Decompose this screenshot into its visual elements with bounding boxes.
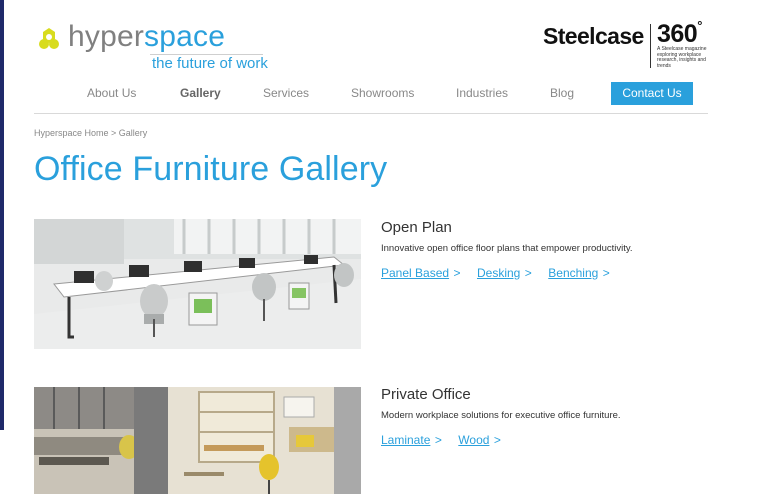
window-edge-bar [0,0,4,430]
link-arrow: > [493,433,501,447]
page-title: Office Furniture Gallery [34,150,388,188]
hyperspace-logo-icon[interactable] [36,26,62,52]
link-panel-based[interactable]: Panel Based [381,266,449,280]
breadcrumb[interactable]: Hyperspace Home > Gallery [34,128,147,138]
s360-degree: ° [697,18,702,33]
nav-industries[interactable]: Industries [456,80,508,106]
steelcase-logo[interactable]: Steelcase [543,23,644,50]
link-benching[interactable]: Benching [548,266,598,280]
nav-services[interactable]: Services [263,80,309,106]
link-laminate[interactable]: Laminate [381,433,430,447]
section-links: Panel Based > Desking > Benching > [381,264,610,282]
brand-tagline: the future of work [152,55,268,72]
link-wood[interactable]: Wood [458,433,489,447]
nav-blog[interactable]: Blog [550,80,574,106]
partner-divider [650,24,651,68]
section-title: Private Office [381,386,471,403]
link-arrow: > [453,266,461,280]
brand-part1: hyper [68,20,145,53]
nav-divider [34,113,708,114]
link-desking[interactable]: Desking [477,266,520,280]
nav-showrooms[interactable]: Showrooms [351,80,414,106]
section-title: Open Plan [381,219,452,236]
section-description: Innovative open office floor plans that … [381,243,633,254]
nav-about-us[interactable]: About Us [87,80,136,106]
section-description: Modern workplace solutions for executive… [381,410,621,421]
s360-number: 360 [657,20,698,48]
nav-gallery[interactable]: Gallery [180,80,221,106]
brand-part2: space [144,20,226,53]
private-office-photo[interactable] [34,387,361,494]
open-plan-photo[interactable] [34,219,361,349]
link-arrow: > [434,433,442,447]
contact-us-button[interactable]: Contact Us [611,82,693,105]
link-arrow: > [602,266,610,280]
section-links: Laminate > Wood > [381,431,501,449]
brand-logo-text[interactable]: hyperspace [68,18,225,56]
steelcase-360-logo[interactable]: 360° [657,18,702,49]
link-arrow: > [524,266,532,280]
s360-caption: A Steelcase magazine exploring workplace… [657,46,707,69]
